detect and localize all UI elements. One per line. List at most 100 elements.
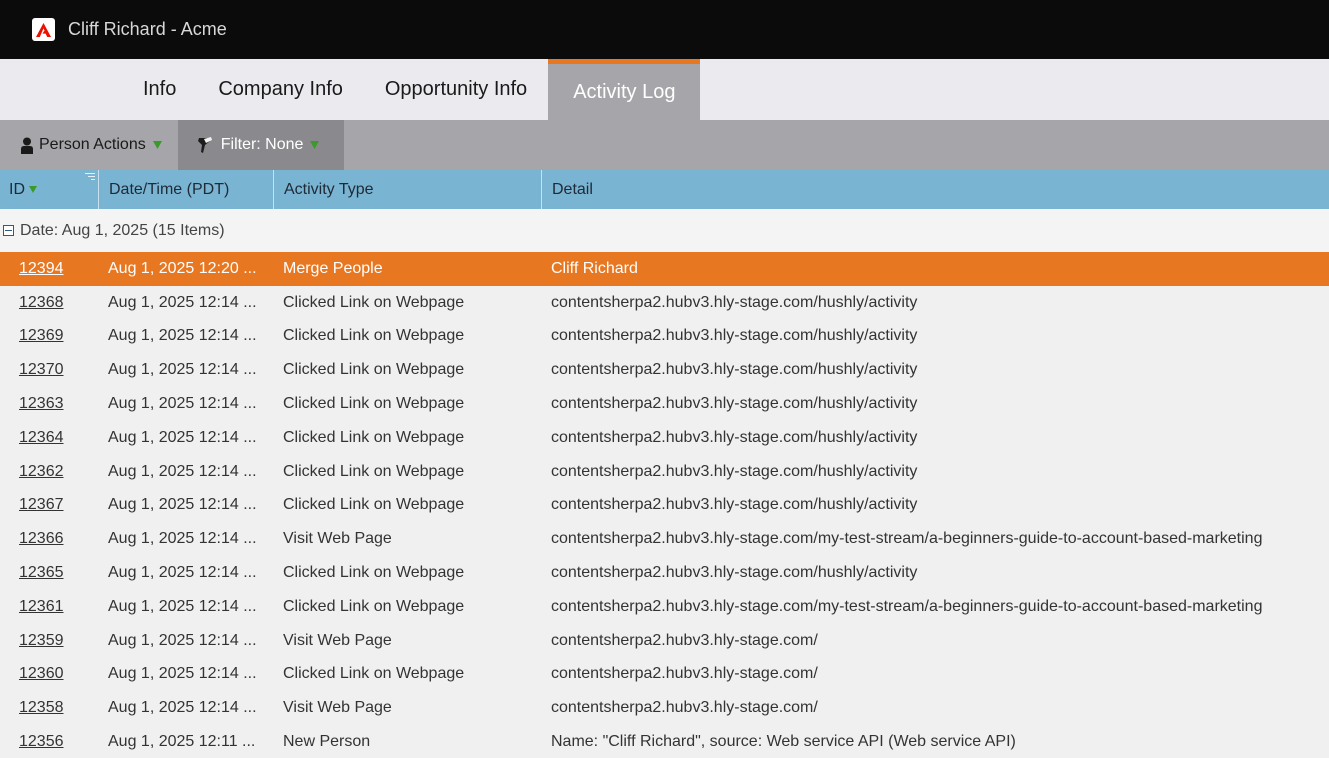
tab-company-info[interactable]: Company Info: [197, 59, 364, 120]
row-detail-cell: contentsherpa2.hubv3.hly-stage.com/hushl…: [551, 462, 918, 480]
row-activity-type-cell: Clicked Link on Webpage: [283, 462, 465, 480]
row-datetime-cell: Aug 1, 2025 12:14 ...: [108, 699, 257, 717]
table-row[interactable]: 12356 Aug 1, 2025 12:11 ... New Person Name…: [0, 725, 1329, 758]
row-datetime-cell: Aug 1, 2025 12:14 ...: [108, 597, 257, 615]
activity-id-link[interactable]: 12369: [19, 327, 64, 344]
row-id-cell: 12363: [0, 395, 108, 413]
activity-id-link[interactable]: 12364: [19, 429, 64, 446]
row-datetime-cell: Aug 1, 2025 12:14 ...: [108, 564, 257, 582]
row-detail-cell: contentsherpa2.hubv3.hly-stage.com/: [551, 631, 818, 649]
title-bar: Cliff Richard - Acme: [0, 0, 1329, 59]
window-title: Cliff Richard - Acme: [68, 19, 227, 39]
table-row[interactable]: 12361 Aug 1, 2025 12:14 ... Clicked Link o…: [0, 590, 1329, 624]
row-datetime-cell: Aug 1, 2025 12:11 ...: [108, 733, 256, 751]
activity-id-link[interactable]: 12358: [19, 699, 64, 716]
activity-id-link[interactable]: 12362: [19, 463, 64, 480]
activity-id-link[interactable]: 12360: [19, 665, 64, 682]
row-detail-cell: Name: "Cliff Richard", source: Web servi…: [551, 733, 1016, 751]
row-activity-type-cell: Visit Web Page: [283, 631, 392, 649]
column-header-id[interactable]: ID: [0, 170, 99, 209]
row-id-cell: 12356: [0, 733, 108, 751]
activity-table-body: 12394 Aug 1, 2025 12:20 ... Merge People Cl…: [0, 252, 1329, 758]
filter-button[interactable]: Filter: None: [177, 120, 345, 170]
row-detail-cell: contentsherpa2.hubv3.hly-stage.com/: [551, 699, 818, 717]
table-row[interactable]: 12364 Aug 1, 2025 12:14 ... Clicked Link o…: [0, 421, 1329, 455]
row-activity-type-cell: Clicked Link on Webpage: [283, 564, 465, 582]
column-header-detail[interactable]: Detail: [542, 170, 1329, 209]
column-menu-grip-icon[interactable]: [85, 173, 95, 182]
row-activity-type-cell: Clicked Link on Webpage: [283, 361, 465, 379]
row-datetime-cell: Aug 1, 2025 12:14 ...: [108, 496, 257, 514]
row-id-cell: 12359: [0, 632, 108, 650]
row-id-cell: 12364: [0, 429, 108, 447]
row-id-cell: 12362: [0, 463, 108, 481]
activity-id-link[interactable]: 12365: [19, 564, 64, 581]
activity-id-link[interactable]: 12370: [19, 361, 64, 378]
row-datetime-cell: Aug 1, 2025 12:14 ...: [108, 665, 257, 683]
row-detail-cell: contentsherpa2.hubv3.hly-stage.com/hushl…: [551, 361, 918, 379]
person-icon: [21, 137, 33, 154]
activity-id-link[interactable]: 12361: [19, 598, 64, 615]
table-row[interactable]: 12366 Aug 1, 2025 12:14 ... Visit Web Page…: [0, 522, 1329, 556]
table-row[interactable]: 12370 Aug 1, 2025 12:14 ... Clicked Link o…: [0, 353, 1329, 387]
row-activity-type-cell: Visit Web Page: [283, 530, 392, 548]
row-datetime-cell: Aug 1, 2025 12:14 ...: [108, 631, 257, 649]
row-activity-type-cell: Merge People: [283, 259, 383, 277]
row-id-cell: 12367: [0, 496, 108, 514]
sort-descending-icon: [29, 186, 37, 193]
activity-id-link[interactable]: 12366: [19, 530, 64, 547]
row-datetime-cell: Aug 1, 2025 12:14 ...: [108, 327, 257, 345]
row-id-cell: 12369: [0, 327, 108, 345]
row-id-cell: 12370: [0, 361, 108, 379]
row-id-cell: 12394: [0, 260, 108, 278]
activity-id-link[interactable]: 12359: [19, 632, 64, 649]
row-activity-type-cell: Clicked Link on Webpage: [283, 293, 465, 311]
tab-opportunity-info[interactable]: Opportunity Info: [364, 59, 548, 120]
tab-bar: Info Company Info Opportunity Info Activ…: [0, 59, 1329, 120]
column-header-id-label: ID: [9, 180, 25, 198]
table-row[interactable]: 12369 Aug 1, 2025 12:14 ... Clicked Link o…: [0, 320, 1329, 354]
row-datetime-cell: Aug 1, 2025 12:14 ...: [108, 293, 257, 311]
activity-id-link[interactable]: 12363: [19, 395, 64, 412]
toolbar: Person Actions Filter: None: [0, 120, 1329, 170]
collapse-icon[interactable]: [3, 225, 14, 236]
row-id-cell: 12361: [0, 598, 108, 616]
row-detail-cell: contentsherpa2.hubv3.hly-stage.com/my-te…: [551, 597, 1263, 615]
table-row[interactable]: 12360 Aug 1, 2025 12:14 ... Clicked Link o…: [0, 658, 1329, 692]
activity-id-link[interactable]: 12394: [19, 260, 64, 277]
activity-id-link[interactable]: 12367: [19, 496, 64, 513]
table-row[interactable]: 12363 Aug 1, 2025 12:14 ... Clicked Link o…: [0, 387, 1329, 421]
row-detail-cell: Cliff Richard: [551, 259, 638, 277]
row-detail-cell: contentsherpa2.hubv3.hly-stage.com/hushl…: [551, 327, 918, 345]
row-activity-type-cell: New Person: [283, 733, 371, 751]
person-actions-button[interactable]: Person Actions: [0, 120, 178, 170]
table-row[interactable]: 12358 Aug 1, 2025 12:14 ... Visit Web Page…: [0, 691, 1329, 725]
row-activity-type-cell: Clicked Link on Webpage: [283, 395, 465, 413]
filter-label: Filter: None: [220, 136, 304, 153]
chevron-down-icon: [152, 141, 162, 149]
row-activity-type-cell: Clicked Link on Webpage: [283, 496, 465, 514]
row-datetime-cell: Aug 1, 2025 12:14 ...: [108, 462, 257, 480]
column-header-datetime[interactable]: Date/Time (PDT): [99, 170, 274, 209]
table-row[interactable]: 12368 Aug 1, 2025 12:14 ... Clicked Link o…: [0, 286, 1329, 320]
table-row[interactable]: 12365 Aug 1, 2025 12:14 ... Clicked Link o…: [0, 556, 1329, 590]
activity-id-link[interactable]: 12368: [19, 294, 64, 311]
group-header[interactable]: Date: Aug 1, 2025 (15 Items): [0, 209, 1329, 252]
table-row[interactable]: 12359 Aug 1, 2025 12:14 ... Visit Web Page…: [0, 624, 1329, 658]
row-datetime-cell: Aug 1, 2025 12:14 ...: [108, 395, 257, 413]
tab-activity-log[interactable]: Activity Log: [548, 59, 701, 120]
row-detail-cell: contentsherpa2.hubv3.hly-stage.com/hushl…: [551, 496, 918, 514]
table-row[interactable]: 12367 Aug 1, 2025 12:14 ... Clicked Link o…: [0, 489, 1329, 523]
row-id-cell: 12365: [0, 564, 108, 582]
column-header-activity-type[interactable]: Activity Type: [274, 170, 542, 209]
tab-info[interactable]: Info: [122, 59, 197, 120]
row-datetime-cell: Aug 1, 2025 12:14 ...: [108, 361, 257, 379]
row-detail-cell: contentsherpa2.hubv3.hly-stage.com/hushl…: [551, 428, 918, 446]
row-activity-type-cell: Visit Web Page: [283, 699, 392, 717]
row-datetime-cell: Aug 1, 2025 12:14 ...: [108, 530, 257, 548]
table-row[interactable]: 12394 Aug 1, 2025 12:20 ... Merge People Cl…: [0, 252, 1329, 286]
person-actions-label: Person Actions: [39, 136, 146, 153]
row-id-cell: 12366: [0, 530, 108, 548]
table-row[interactable]: 12362 Aug 1, 2025 12:14 ... Clicked Link o…: [0, 455, 1329, 489]
activity-id-link[interactable]: 12356: [19, 733, 64, 750]
